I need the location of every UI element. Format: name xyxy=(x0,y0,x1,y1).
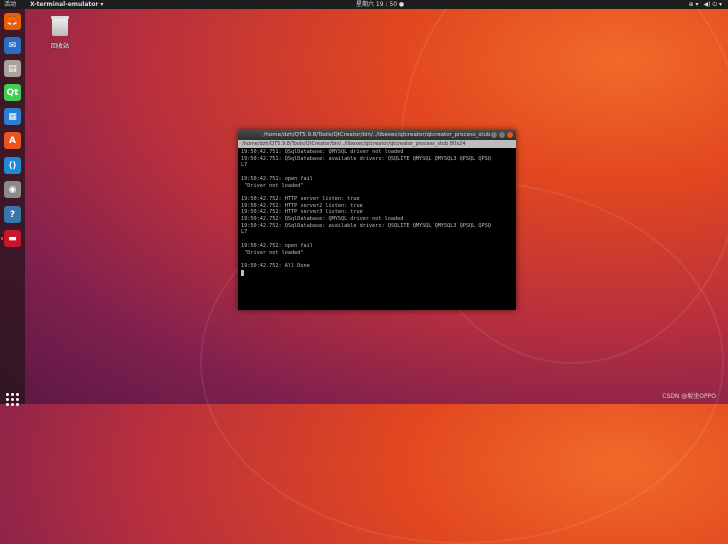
terminal-line: 19:50:42.752: HTTP server3 listen: true xyxy=(241,209,363,216)
terminal-line: 19:50:42.752: open fail xyxy=(241,242,313,249)
clock[interactable]: 星期六 19 : 50 ● xyxy=(356,0,404,9)
qtcreator-icon[interactable]: Qt xyxy=(4,84,21,101)
terminal-line: 19:50:42.752: HTTP server2 listen: true xyxy=(241,202,363,209)
watermark: CSDN @坂坐OPPO xyxy=(662,393,716,400)
terminal-line: 19:50:42.752: HTTP server listen: true xyxy=(241,195,360,202)
terminal-line: 19:50:42.751: QSqlDatabase: available dr… xyxy=(241,155,491,162)
show-applications-button[interactable] xyxy=(6,393,19,406)
close-button[interactable] xyxy=(507,132,513,138)
terminal-cursor-line xyxy=(241,269,513,277)
files-icon[interactable]: ▤ xyxy=(4,60,21,77)
terminal-tab[interactable]: /home/dzh/QT5.9.8/Tools/QtCreator/bin/..… xyxy=(238,140,516,148)
terminal-line: 19:50:42.752: QSqlDatabase: QMYSQL drive… xyxy=(241,216,404,223)
terminal-line: 19:50:42.751: QSqlDatabase: QMYSQL drive… xyxy=(241,149,404,155)
firefox-icon[interactable]: 🦊 xyxy=(4,13,21,30)
screenshot-icon[interactable]: ◉ xyxy=(4,181,21,198)
libreoffice-writer-icon[interactable]: ▦ xyxy=(4,108,21,125)
terminal-line: L7 xyxy=(241,162,248,169)
help-icon[interactable]: ? xyxy=(4,206,21,223)
terminal-line: 19:50:42.752: QSqlDatabase: available dr… xyxy=(241,222,491,229)
network-menu[interactable]: ⊕ ▾ xyxy=(689,0,699,9)
system-tray[interactable]: ⊕ ▾ ◀) ⏻ ▾ xyxy=(689,0,722,9)
terminal-line: 19:50:42.752: All Done xyxy=(241,262,310,269)
top-bar: 活动 X-terminal-emulator ▾ 星期六 19 : 50 ● ⊕… xyxy=(0,0,728,9)
terminal-line: L7 xyxy=(241,229,248,236)
terminal-title: /home/dzh/QT5.9.8/Tools/QtCreator/bin/..… xyxy=(263,132,491,138)
terminal-line: 19:50:42.751: open fail xyxy=(241,175,313,182)
vscode-icon[interactable]: ⟨⟩ xyxy=(4,157,21,174)
window-controls xyxy=(491,132,513,138)
terminal-app-icon[interactable]: ▬ xyxy=(1,230,21,247)
dock: 🦊 ✉ ▤ Qt ▦ A ⟨⟩ ◉? ▬ xyxy=(0,9,25,406)
app-menu[interactable]: X-terminal-emulator ▾ xyxy=(30,0,103,9)
thunderbird-icon[interactable]: ✉ xyxy=(4,37,21,54)
desktop-trash[interactable]: 回收站 xyxy=(48,16,72,50)
minimize-button[interactable] xyxy=(491,132,497,138)
terminal-cursor xyxy=(241,269,244,276)
terminal-line: "Driver not loaded" xyxy=(241,182,304,189)
terminal-window[interactable]: /home/dzh/QT5.9.8/Tools/QtCreator/bin/..… xyxy=(238,130,516,310)
activities-button[interactable]: 活动 xyxy=(4,0,16,9)
trash-label: 回收站 xyxy=(50,43,69,50)
maximize-button[interactable] xyxy=(499,132,505,138)
software-center-icon[interactable]: A xyxy=(4,132,21,149)
terminal-line: "Driver not loaded" xyxy=(241,249,304,256)
terminal-output[interactable]: 19:50:42.751: QSqlDatabase: QMYSQL drive… xyxy=(238,148,516,278)
trash-icon xyxy=(51,16,69,36)
terminal-titlebar[interactable]: /home/dzh/QT5.9.8/Tools/QtCreator/bin/..… xyxy=(238,130,516,140)
system-menu[interactable]: ◀) ⏻ ▾ xyxy=(703,0,722,9)
